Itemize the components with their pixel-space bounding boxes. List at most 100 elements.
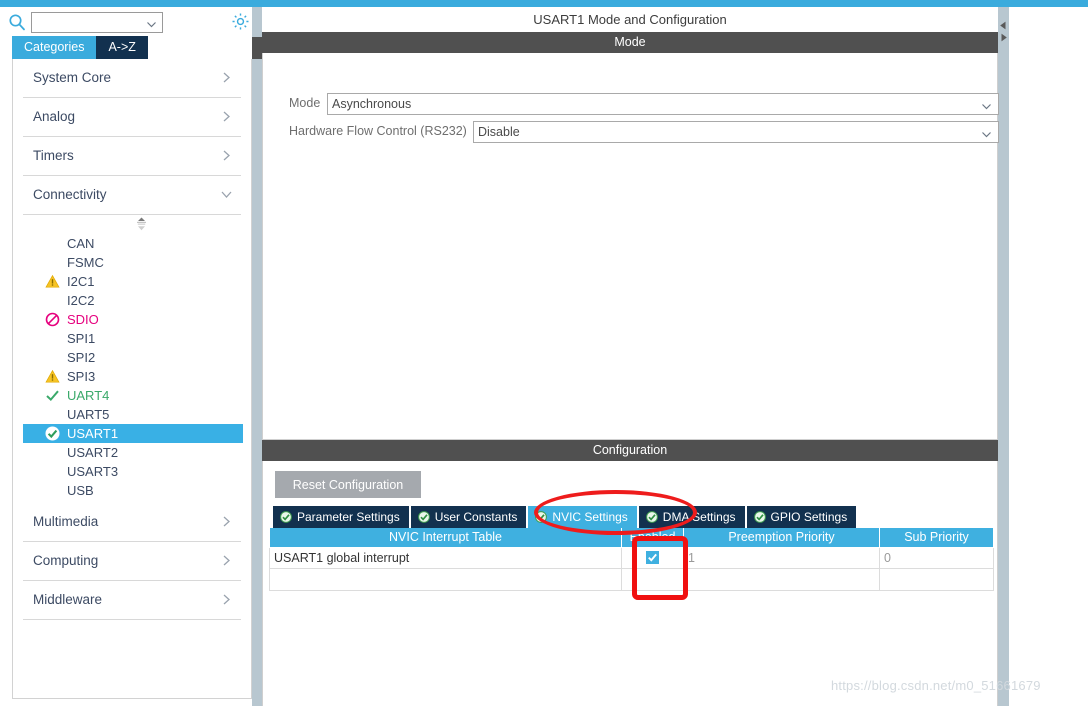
tab-categories[interactable]: Categories xyxy=(12,36,97,59)
mode-select[interactable]: Asynchronous xyxy=(327,93,999,115)
mode-field-row: Mode Asynchronous xyxy=(289,93,999,115)
tab-gpio-settings[interactable]: GPIO Settings xyxy=(746,506,857,528)
reset-configuration-button[interactable]: Reset Configuration xyxy=(275,471,421,498)
peripheral-label: SPI2 xyxy=(67,350,96,365)
warning-triangle-icon xyxy=(45,369,60,384)
gear-icon[interactable] xyxy=(231,12,250,31)
nvic-interrupt-table: NVIC Interrupt Table Enabled Preemption … xyxy=(269,528,994,591)
peripheral-label: I2C1 xyxy=(67,274,95,289)
peripheral-item-i2c1[interactable]: I2C1 xyxy=(23,272,243,291)
column-header-preemption-priority: Preemption Priority xyxy=(683,528,880,548)
peripheral-label: SDIO xyxy=(67,312,99,327)
cell-empty xyxy=(621,567,684,591)
peripheral-item-spi1[interactable]: SPI1 xyxy=(23,329,243,348)
peripheral-item-i2c2[interactable]: I2C2 xyxy=(23,291,243,310)
cell-empty xyxy=(269,567,622,591)
cell-enabled[interactable] xyxy=(621,546,684,569)
sidebar-category-connectivity[interactable]: Connectivity xyxy=(23,176,241,215)
configuration-section-body: Reset Configuration Parameter Settings U… xyxy=(262,461,998,706)
watermark: https://blog.csdn.net/m0_51661679 xyxy=(831,678,1041,693)
category-label: Connectivity xyxy=(33,187,107,202)
hardware-flow-control-value: Disable xyxy=(478,125,520,139)
peripheral-label: UART5 xyxy=(67,407,110,422)
page-title: USART1 Mode and Configuration xyxy=(262,7,998,32)
search-icon xyxy=(8,13,26,31)
category-label: Computing xyxy=(33,553,99,568)
sidebar-category-middleware[interactable]: Middleware xyxy=(23,581,241,620)
category-label: Multimedia xyxy=(33,514,99,529)
peripheral-item-usart3[interactable]: USART3 xyxy=(23,462,243,481)
peripheral-item-can[interactable]: CAN xyxy=(23,234,243,253)
peripheral-item-usart2[interactable]: USART2 xyxy=(23,443,243,462)
peripheral-list-wrap: CAN FSMC I2C1 I2C2 SDIO SPI1 SPI2 SPI3 U… xyxy=(23,215,243,503)
cell-preemption-priority[interactable]: 1 xyxy=(683,546,880,569)
peripheral-list: CAN FSMC I2C1 I2C2 SDIO SPI1 SPI2 SPI3 U… xyxy=(23,234,243,500)
table-row[interactable]: USART1 global interrupt 1 0 xyxy=(269,546,994,569)
tab-nvic-settings[interactable]: NVIC Settings xyxy=(528,506,637,528)
peripheral-item-uart4[interactable]: UART4 xyxy=(23,386,243,405)
chevron-down-icon xyxy=(220,188,233,201)
configuration-tabs: Parameter Settings User Constants NVIC S… xyxy=(273,506,858,528)
sidebar-category-system-core[interactable]: System Core xyxy=(23,59,241,98)
table-row-empty xyxy=(269,567,994,591)
chevron-right-icon xyxy=(220,71,233,84)
peripheral-item-fsmc[interactable]: FSMC xyxy=(23,253,243,272)
search-input[interactable] xyxy=(32,13,142,32)
warning-triangle-icon xyxy=(45,274,60,289)
search-combo[interactable] xyxy=(31,12,163,33)
sidebar-category-computing[interactable]: Computing xyxy=(23,542,241,581)
cell-sub-priority[interactable]: 0 xyxy=(879,546,994,569)
main-panel: USART1 Mode and Configuration Mode Mode … xyxy=(262,7,999,706)
hardware-flow-control-select[interactable]: Disable xyxy=(473,121,999,143)
category-label: Analog xyxy=(33,109,76,124)
chevron-right-icon xyxy=(220,554,233,567)
chevron-down-icon[interactable] xyxy=(981,99,992,110)
tab-parameter-settings[interactable]: Parameter Settings xyxy=(273,506,409,528)
tab-dma-settings[interactable]: DMA Settings xyxy=(638,506,745,528)
blocked-circle-icon xyxy=(45,312,60,327)
chevron-right-icon xyxy=(220,149,233,162)
green-check-icon xyxy=(535,508,548,523)
mode-section: Mode Mode Asynchronous Hardware Flow Con… xyxy=(262,32,999,440)
column-header-sub-priority: Sub Priority xyxy=(879,528,994,548)
scroll-updown-icon[interactable] xyxy=(135,217,148,231)
chevron-right-icon xyxy=(220,593,233,606)
sidebar-search-row xyxy=(0,7,252,36)
configuration-section-header: Configuration xyxy=(262,440,998,461)
sidebar: Categories A->Z System Core Analog Timers xyxy=(0,7,252,706)
peripheral-item-spi2[interactable]: SPI2 xyxy=(23,348,243,367)
tab-label: Parameter Settings xyxy=(297,510,400,524)
category-label: Timers xyxy=(33,148,74,163)
mode-field-label: Mode xyxy=(289,96,321,110)
column-header-interrupt-table: NVIC Interrupt Table xyxy=(269,528,622,548)
right-splitter[interactable] xyxy=(998,7,1009,706)
peripheral-label: USART3 xyxy=(67,464,119,479)
peripheral-item-usart1[interactable]: USART1 xyxy=(23,424,243,443)
mode-section-header: Mode xyxy=(262,32,998,53)
sidebar-category-multimedia[interactable]: Multimedia xyxy=(23,503,241,542)
splitter-handle[interactable] xyxy=(252,37,262,59)
left-splitter[interactable] xyxy=(252,7,262,706)
enabled-checkbox[interactable] xyxy=(646,550,659,564)
hardware-flow-control-label: Hardware Flow Control (RS232) xyxy=(289,124,467,138)
peripheral-item-usb[interactable]: USB xyxy=(23,481,243,500)
chevron-down-icon[interactable] xyxy=(981,127,992,138)
peripheral-item-sdio[interactable]: SDIO xyxy=(23,310,243,329)
tab-label: DMA Settings xyxy=(662,510,736,524)
cell-empty xyxy=(879,567,994,591)
table-header-row: NVIC Interrupt Table Enabled Preemption … xyxy=(269,528,994,548)
chevron-down-icon[interactable] xyxy=(146,17,157,28)
tab-user-constants[interactable]: User Constants xyxy=(410,506,527,528)
cell-empty xyxy=(683,567,880,591)
tab-a-to-z[interactable]: A->Z xyxy=(96,36,148,59)
peripheral-item-spi3[interactable]: SPI3 xyxy=(23,367,243,386)
sidebar-category-analog[interactable]: Analog xyxy=(23,98,241,137)
collapse-left-icon[interactable] xyxy=(999,17,1008,30)
sidebar-category-timers[interactable]: Timers xyxy=(23,137,241,176)
peripheral-label: USART2 xyxy=(67,445,119,460)
tab-label: User Constants xyxy=(434,510,518,524)
configuration-section: Configuration Reset Configuration Parame… xyxy=(262,440,998,706)
peripheral-item-uart5[interactable]: UART5 xyxy=(23,405,243,424)
green-check-icon xyxy=(417,508,430,523)
collapse-right-icon[interactable] xyxy=(999,29,1008,42)
